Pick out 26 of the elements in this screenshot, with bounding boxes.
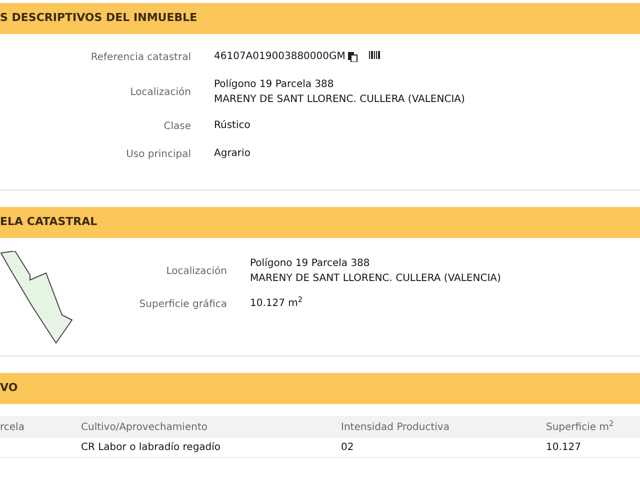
field-label: Uso principal — [126, 149, 191, 160]
field-label: Localización — [166, 266, 227, 277]
column-header: Superficie m$^{2}$ — [546, 422, 614, 432]
field-value: Agrario — [214, 147, 250, 160]
section-header: ELA CATASTRAL — [0, 207, 640, 238]
table-cell: CR Labor o labradío regadío — [81, 442, 221, 453]
field-value: MARENY DE SANT LLORENC. CULLERA (VALENCIA) — [250, 272, 501, 285]
field-value: 10.127 m$^{2}$ — [250, 297, 303, 310]
column-header: Intensidad Productiva — [341, 422, 450, 432]
field-label: Clase — [164, 121, 191, 132]
field-value: 46107A019003880000GM — [214, 50, 346, 63]
field-value: Rústico — [214, 119, 250, 132]
column-header: rcela — [0, 422, 24, 432]
field-value: MARENY DE SANT LLORENC. CULLERA (VALENCIA) — [214, 93, 465, 106]
table-cell: 02 — [341, 442, 354, 453]
section-header: VO — [0, 373, 640, 404]
copy-icon[interactable] — [348, 52, 358, 62]
field-label: Localización — [130, 87, 191, 98]
field-value: Polígono 19 Parcela 388 — [214, 78, 335, 91]
table-cell: 10.127 — [546, 442, 581, 453]
field-label: Superficie gráfica — [139, 299, 227, 310]
field-label: Referencia catastral — [90, 52, 191, 63]
section-header: S DESCRIPTIVOS DEL INMUEBLE — [0, 3, 640, 34]
column-header: Cultivo/Aprovechamiento — [81, 422, 208, 432]
field-value: Polígono 19 Parcela 388 — [250, 257, 371, 270]
barcode-icon[interactable] — [369, 50, 380, 58]
